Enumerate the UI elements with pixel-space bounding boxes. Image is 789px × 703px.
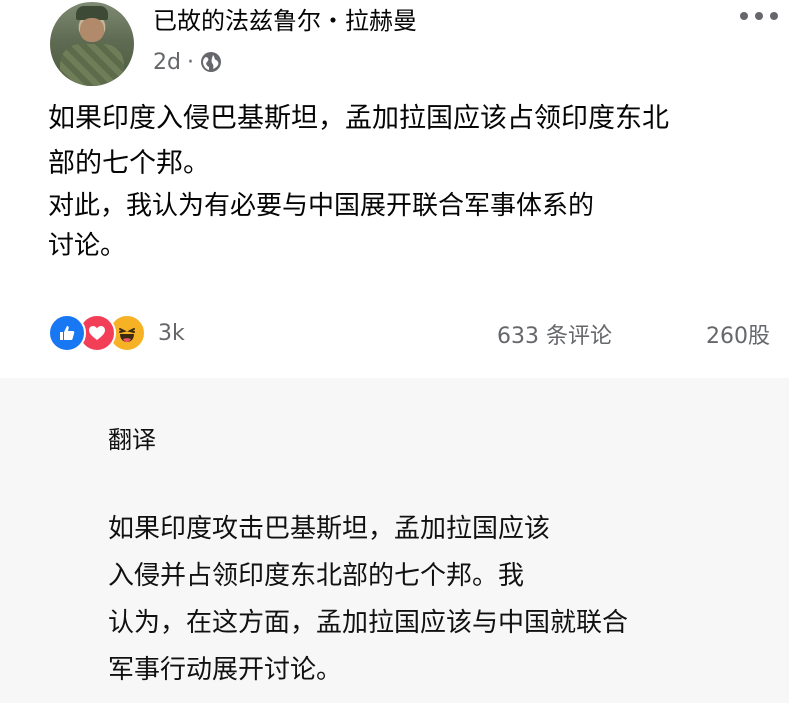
- dot: [755, 12, 763, 20]
- post-time[interactable]: 2d: [153, 50, 181, 75]
- translation-line: 如果印度攻击巴基斯坦，孟加拉国应该: [108, 514, 551, 544]
- post-text-line: 讨论。: [48, 231, 127, 261]
- translation-line: 入侵并占领印度东北部的七个邦。我: [108, 561, 525, 591]
- meta-separator: ·: [186, 49, 194, 75]
- translation-text: 如果印度攻击巴基斯坦，孟加拉国应该 入侵并占领印度东北部的七个邦。我 认为，在这…: [108, 506, 768, 694]
- translation-title: 翻译: [108, 426, 156, 454]
- author-name[interactable]: 已故的法兹鲁尔・拉赫曼: [153, 6, 417, 36]
- avatar-face: [80, 18, 104, 42]
- translation-line: 认为，在这方面，孟加拉国应该与中国就联合: [108, 608, 629, 638]
- post-text: 如果印度入侵巴基斯坦，孟加拉国应该占领印度东北 部的七个邦。 对此，我认为有必要…: [48, 96, 758, 266]
- globe-icon: [200, 51, 222, 73]
- post-text-line: 对此，我认为有必要与中国展开联合军事体系的: [48, 191, 595, 221]
- post-text-line: 如果印度入侵巴基斯坦，孟加拉国应该占领印度东北: [48, 103, 669, 134]
- comments-count[interactable]: 633 条评论: [497, 318, 612, 350]
- dot: [740, 12, 748, 20]
- facebook-post: 已故的法兹鲁尔・拉赫曼 2d · 如果印度入侵巴基斯坦，孟加拉国应该占领印度东北…: [0, 0, 789, 378]
- shares-count[interactable]: 260股: [706, 318, 770, 350]
- dot: [770, 12, 778, 20]
- post-text-line: 部的七个邦。: [48, 148, 210, 179]
- like-icon: [48, 314, 86, 352]
- avatar-uniform: [60, 44, 124, 86]
- post-meta: 2d ·: [153, 48, 222, 76]
- more-options-icon[interactable]: [740, 8, 782, 24]
- avatar[interactable]: [50, 2, 134, 86]
- translation-line: 军事行动展开讨论。: [108, 655, 343, 685]
- reactions-summary[interactable]: 3k: [48, 313, 185, 353]
- reaction-count: 3k: [158, 320, 185, 346]
